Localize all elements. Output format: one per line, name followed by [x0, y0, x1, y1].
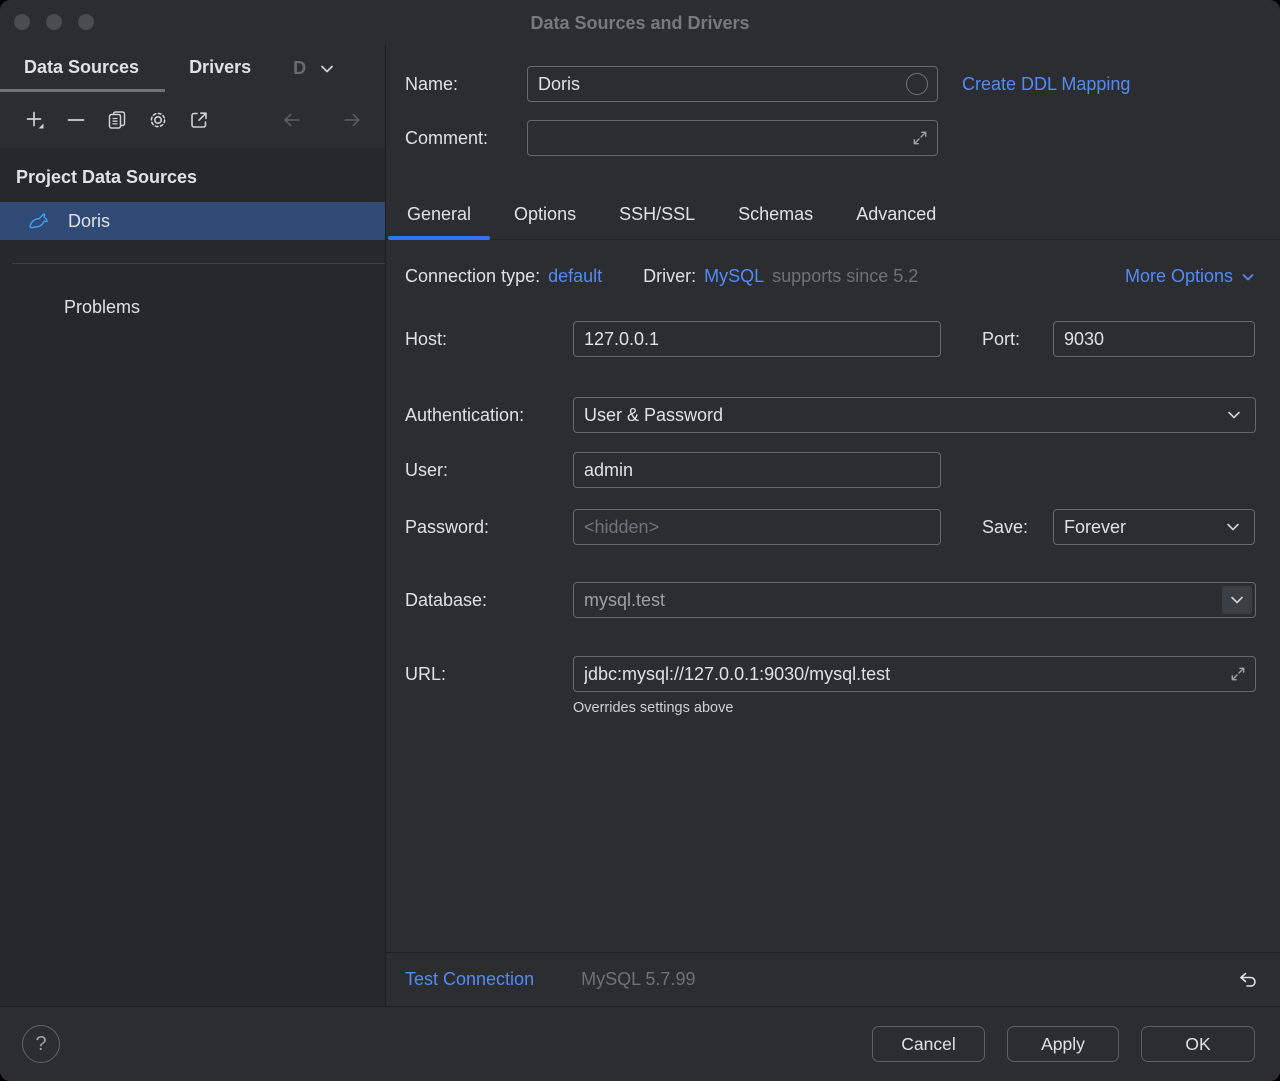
url-row: URL:	[405, 656, 1256, 692]
list-divider	[12, 263, 385, 264]
comment-label: Comment:	[405, 128, 527, 149]
cancel-button[interactable]: Cancel	[872, 1026, 985, 1062]
password-input[interactable]	[573, 509, 941, 545]
forward-arrow-icon[interactable]	[341, 109, 363, 131]
open-in-new-icon[interactable]	[188, 109, 210, 131]
tab-truncated-label: D	[293, 58, 306, 79]
database-label: Database:	[405, 590, 573, 611]
data-sources-dialog: Data Sources and Drivers Data Sources Dr…	[0, 0, 1280, 1081]
url-input[interactable]	[573, 656, 1256, 692]
chevron-down-icon	[1225, 406, 1243, 424]
user-row: User:	[405, 452, 1256, 488]
port-label: Port:	[982, 329, 1026, 350]
driver-label: Driver:	[643, 266, 696, 287]
driver-version: MySQL 5.7.99	[581, 969, 695, 990]
authentication-select[interactable]: User & Password	[573, 397, 1256, 433]
connection-type-value-link[interactable]: default	[548, 266, 602, 287]
password-label: Password:	[405, 517, 573, 538]
remove-icon[interactable]	[65, 109, 87, 131]
help-button[interactable]: ?	[22, 1025, 60, 1063]
host-row: Host: Port:	[405, 321, 1256, 357]
chevron-down-icon[interactable]	[318, 60, 336, 78]
settings-tabs: General Options SSH/SSL Schemas Advanced	[386, 190, 1280, 240]
data-source-list: Project Data Sources Doris Problems	[0, 148, 385, 1006]
driver-value-link[interactable]: MySQL	[704, 266, 764, 287]
expand-icon[interactable]	[911, 129, 929, 147]
undo-icon[interactable]	[1237, 969, 1259, 991]
user-input[interactable]	[573, 452, 941, 488]
sidebar-tabs: Data Sources Drivers D	[0, 45, 385, 92]
duplicate-icon[interactable]	[106, 109, 128, 131]
authentication-value: User & Password	[584, 405, 723, 426]
tab-ssh-ssl[interactable]: SSH/SSL	[600, 190, 714, 239]
tab-options[interactable]: Options	[495, 190, 595, 239]
close-window-button[interactable]	[14, 14, 30, 30]
tab-general-label: General	[407, 204, 471, 225]
project-data-sources-header: Project Data Sources	[0, 162, 385, 192]
authentication-row: Authentication: User & Password	[405, 397, 1256, 433]
sidebar-toolbar	[0, 92, 385, 148]
tab-schemas[interactable]: Schemas	[719, 190, 832, 239]
host-label: Host:	[405, 329, 573, 350]
port-input[interactable]	[1053, 321, 1255, 357]
name-label: Name:	[405, 74, 527, 95]
save-select[interactable]: Forever	[1053, 509, 1255, 545]
tab-overflow[interactable]: D	[293, 45, 336, 92]
more-options-label: More Options	[1125, 266, 1233, 287]
sidebar: Data Sources Drivers D	[0, 45, 386, 1006]
database-row: Database:	[405, 582, 1256, 618]
test-connection-row: Test Connection MySQL 5.7.99	[386, 952, 1280, 1006]
list-item-doris[interactable]: Doris	[0, 202, 385, 240]
password-row: Password: Save: Forever	[405, 509, 1256, 545]
dialog-footer: ? Cancel Apply OK	[0, 1006, 1280, 1081]
name-row: Name: Create DDL Mapping	[405, 66, 1256, 102]
tab-advanced[interactable]: Advanced	[837, 190, 955, 239]
driver-note: supports since 5.2	[772, 266, 918, 287]
url-label: URL:	[405, 664, 573, 685]
test-connection-link[interactable]: Test Connection	[405, 969, 534, 990]
name-input[interactable]	[527, 66, 938, 102]
zoom-window-button[interactable]	[78, 14, 94, 30]
settings-gear-icon[interactable]	[147, 109, 169, 131]
ok-button[interactable]: OK	[1141, 1026, 1255, 1062]
add-icon[interactable]	[24, 109, 46, 131]
create-ddl-mapping-link[interactable]: Create DDL Mapping	[962, 74, 1130, 95]
connection-type-row: Connection type: default Driver: MySQL s…	[405, 266, 1256, 287]
tab-data-sources-label: Data Sources	[24, 57, 139, 78]
list-item-label: Doris	[68, 211, 110, 232]
database-dropdown-button[interactable]	[1222, 586, 1252, 614]
more-options-link[interactable]: More Options	[1125, 266, 1256, 287]
url-note: Overrides settings above	[573, 700, 1256, 716]
apply-button[interactable]: Apply	[1007, 1026, 1119, 1062]
tab-drivers[interactable]: Drivers	[165, 45, 277, 92]
chevron-down-icon	[1224, 518, 1242, 536]
traffic-lights	[14, 14, 94, 30]
tab-drivers-label: Drivers	[189, 57, 251, 78]
database-input[interactable]	[573, 582, 1256, 618]
tab-general[interactable]: General	[388, 190, 490, 239]
user-label: User:	[405, 460, 573, 481]
mysql-dolphin-icon	[27, 208, 53, 234]
tab-advanced-label: Advanced	[856, 204, 936, 225]
titlebar: Data Sources and Drivers	[0, 0, 1280, 45]
comment-input[interactable]	[527, 120, 938, 156]
tab-ssh-ssl-label: SSH/SSL	[619, 204, 695, 225]
save-value: Forever	[1064, 517, 1126, 538]
main-panel: Name: Create DDL Mapping Comment:	[386, 45, 1280, 1006]
color-circle-icon[interactable]	[906, 73, 928, 95]
connection-type-label: Connection type:	[405, 266, 540, 287]
comment-row: Comment:	[405, 120, 1256, 156]
expand-icon[interactable]	[1229, 665, 1247, 683]
save-label: Save:	[982, 517, 1030, 538]
problems-item[interactable]: Problems	[0, 292, 385, 322]
back-arrow-icon[interactable]	[281, 109, 303, 131]
authentication-label: Authentication:	[405, 405, 573, 426]
tab-options-label: Options	[514, 204, 576, 225]
tab-schemas-label: Schemas	[738, 204, 813, 225]
host-input[interactable]	[573, 321, 941, 357]
tab-data-sources[interactable]: Data Sources	[0, 45, 165, 92]
window-title: Data Sources and Drivers	[0, 0, 1280, 47]
minimize-window-button[interactable]	[46, 14, 62, 30]
chevron-down-icon	[1240, 269, 1256, 285]
